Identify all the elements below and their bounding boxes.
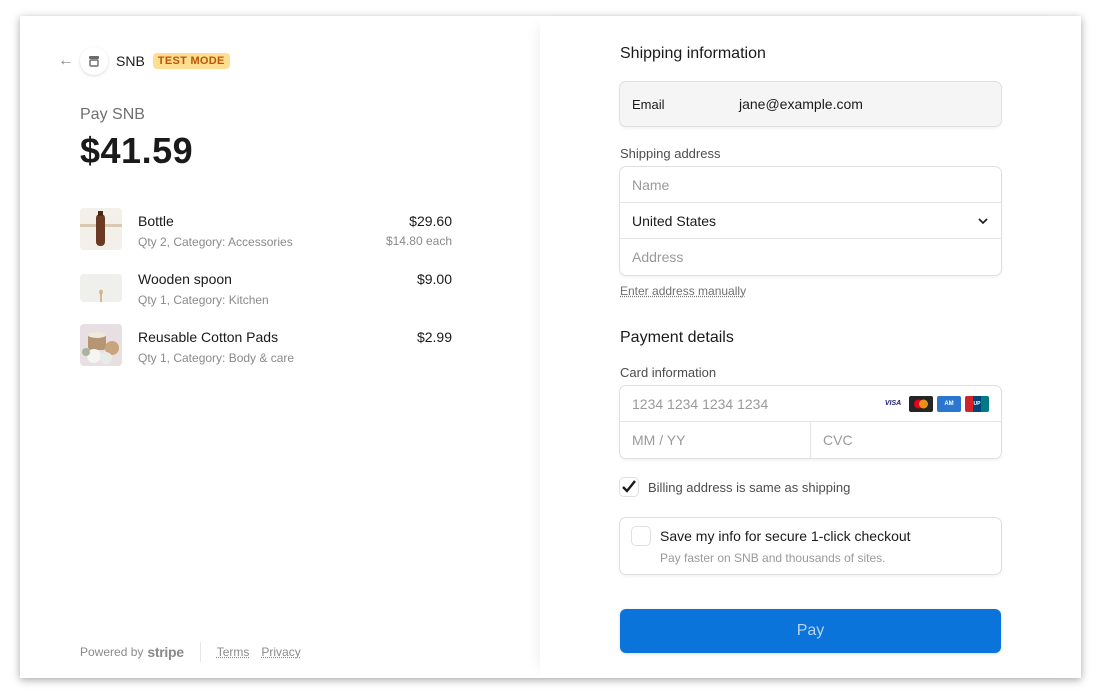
address-input[interactable]: Address <box>620 239 1001 275</box>
country-select[interactable]: United States <box>620 203 1001 239</box>
store-icon <box>80 47 108 75</box>
billing-same-label: Billing address is same as shipping <box>648 479 851 495</box>
card-number-placeholder: 1234 1234 1234 1234 <box>632 395 769 412</box>
card-information-group: 1234 1234 1234 1234 VISA AM UP MM / YY C… <box>620 386 1001 458</box>
amex-icon: AM <box>937 395 961 412</box>
powered-by-label: Powered by <box>80 645 144 659</box>
expiry-input[interactable]: MM / YY <box>620 422 811 458</box>
checkout-window: ← SNB TEST MODE Pay SNB $41.59 Bottle Qt… <box>20 16 1081 678</box>
footer-divider <box>199 642 201 662</box>
billing-same-checkbox[interactable] <box>620 478 638 496</box>
list-item: Wooden spoon Qty 1, Category: Kitchen $9… <box>80 266 452 324</box>
shipping-address-group: Name United States Address <box>620 167 1001 275</box>
pay-button[interactable]: Pay <box>620 609 1001 653</box>
payment-panel: Shipping information Email jane@example.… <box>540 16 1081 678</box>
visa-icon: VISA <box>881 395 905 412</box>
wooden-spoon-image <box>80 274 122 302</box>
chevron-down-icon <box>978 217 988 224</box>
email-value: jane@example.com <box>739 96 863 112</box>
shipping-address-label: Shipping address <box>620 146 721 161</box>
item-price: $9.00 <box>416 271 452 287</box>
billing-same-row: Billing address is same as shipping <box>620 478 1001 496</box>
checkout-form: Shipping information Email jane@example.… <box>620 45 1001 653</box>
item-name: Reusable Cotton Pads <box>138 329 279 345</box>
arrow-left-icon[interactable]: ← <box>58 49 74 73</box>
list-item: Bottle Qty 2, Category: Accessories $29.… <box>80 208 452 266</box>
save-info-title: Save my info for secure 1-click checkout <box>660 528 911 544</box>
terms-link[interactable]: Terms <box>217 645 250 659</box>
bottle-image <box>80 208 122 250</box>
privacy-link[interactable]: Privacy <box>261 645 300 659</box>
pay-label: Pay SNB <box>80 106 145 123</box>
email-field[interactable]: Email jane@example.com <box>620 82 1001 126</box>
save-info-checkbox[interactable] <box>632 527 650 545</box>
card-brands: VISA AM UP <box>881 395 989 412</box>
card-information-label: Card information <box>620 365 717 380</box>
brand-name: SNB <box>116 53 145 69</box>
unionpay-icon: UP <box>965 395 989 412</box>
cvc-input[interactable]: CVC <box>811 422 1001 458</box>
item-unit-price: $14.80 each <box>385 234 452 248</box>
line-items: Bottle Qty 2, Category: Accessories $29.… <box>80 208 452 382</box>
name-input[interactable]: Name <box>620 167 1001 203</box>
header: ← SNB TEST MODE <box>58 47 230 75</box>
item-meta: Qty 1, Category: Kitchen <box>138 293 269 307</box>
test-mode-badge: TEST MODE <box>152 53 230 69</box>
total-amount: $41.59 <box>80 130 194 171</box>
save-info-box: Save my info for secure 1-click checkout… <box>620 518 1001 574</box>
order-summary-panel: ← SNB TEST MODE Pay SNB $41.59 Bottle Qt… <box>20 16 540 678</box>
mastercard-icon <box>909 395 933 412</box>
payment-title: Payment details <box>620 329 734 346</box>
item-name: Bottle <box>138 213 174 229</box>
footer: Powered by stripe Terms Privacy <box>80 642 313 662</box>
item-meta: Qty 1, Category: Body & care <box>138 351 295 365</box>
list-item: Reusable Cotton Pads Qty 1, Category: Bo… <box>80 324 452 382</box>
cotton-pads-image <box>80 324 122 366</box>
save-info-subtitle: Pay faster on SNB and thousands of sites… <box>660 551 886 565</box>
country-value: United States <box>632 212 717 229</box>
item-price: $29.60 <box>409 213 452 229</box>
checkmark-icon <box>622 480 636 493</box>
stripe-logo[interactable]: stripe <box>147 644 184 660</box>
card-number-input[interactable]: 1234 1234 1234 1234 VISA AM UP <box>620 386 1001 422</box>
item-price: $2.99 <box>416 329 452 345</box>
email-label: Email <box>632 96 665 112</box>
shipping-title: Shipping information <box>620 45 766 62</box>
enter-address-manually-link[interactable]: Enter address manually <box>620 284 746 298</box>
item-name: Wooden spoon <box>138 271 232 287</box>
